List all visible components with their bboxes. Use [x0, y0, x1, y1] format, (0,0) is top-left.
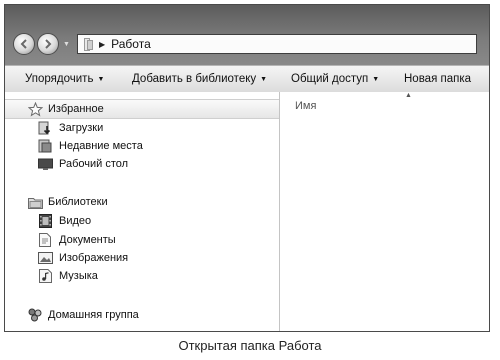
share-button[interactable]: Общий доступ ▼ [291, 73, 379, 85]
arrow-right-icon [45, 39, 52, 49]
nav-favorites-label: Избранное [48, 103, 104, 115]
chevron-down-icon: ▼ [260, 76, 268, 83]
navigation-pane: Избранное Загрузки Недавние места Рабочи… [5, 92, 280, 331]
nav-libraries-label: Библиотеки [48, 196, 108, 208]
nav-item-label: Документы [59, 234, 116, 246]
figure-caption: Открытая папка Работа [178, 338, 322, 353]
address-bar[interactable]: ▶ Работа [77, 34, 477, 54]
folder-icon [84, 37, 93, 51]
breadcrumb-separator-icon[interactable]: ▶ [99, 40, 105, 49]
add-to-library-button[interactable]: Добавить в библиотеку ▼ [132, 73, 267, 85]
nav-item-label: Видео [59, 215, 92, 227]
nav-item-label: Загрузки [59, 122, 104, 134]
title-bar: ▼ ▶ Работа [5, 5, 489, 67]
documents-icon [37, 232, 53, 248]
nav-item-pictures[interactable]: Изображения [5, 249, 279, 267]
nav-homegroup-label: Домашняя группа [48, 309, 139, 321]
nav-libraries[interactable]: Библиотеки [5, 193, 279, 211]
column-header-name[interactable]: Имя [295, 100, 316, 112]
nav-item-recent-places[interactable]: Недавние места [5, 137, 279, 155]
back-button[interactable] [13, 33, 35, 55]
pictures-icon [37, 250, 53, 266]
music-icon [37, 268, 53, 284]
nav-item-downloads[interactable]: Загрузки [5, 119, 279, 137]
nav-item-music[interactable]: Музыка [5, 267, 279, 285]
forward-button[interactable] [37, 33, 59, 55]
recent-pages-dropdown[interactable]: ▼ [63, 41, 70, 48]
share-label: Общий доступ [291, 73, 369, 85]
content-area: Избранное Загрузки Недавние места Рабочи… [5, 92, 489, 331]
nav-item-label: Музыка [59, 270, 98, 282]
recent-places-icon [37, 138, 53, 154]
nav-item-label: Недавние места [59, 140, 143, 152]
video-icon [37, 213, 53, 229]
libraries-icon [27, 194, 43, 210]
desktop-icon [37, 156, 53, 172]
new-folder-button[interactable]: Новая папка [404, 73, 471, 85]
nav-homegroup[interactable]: Домашняя группа [5, 306, 279, 324]
nav-item-label: Изображения [59, 252, 129, 264]
nav-item-documents[interactable]: Документы [5, 231, 279, 249]
sort-up-icon: ▲ [405, 92, 412, 99]
chevron-down-icon: ▼ [372, 76, 380, 83]
breadcrumb-current[interactable]: Работа [111, 37, 151, 51]
nav-item-desktop[interactable]: Рабочий стол [5, 155, 279, 173]
nav-favorites[interactable]: Избранное [5, 99, 279, 119]
file-list[interactable]: ▲ Имя [280, 92, 489, 331]
nav-item-video[interactable]: Видео [5, 212, 279, 230]
organize-label: Упорядочить [25, 73, 94, 85]
downloads-icon [37, 120, 53, 136]
explorer-window: ▼ ▶ Работа Упорядочить ▼ Добавить в библи… [4, 4, 490, 332]
organize-button[interactable]: Упорядочить ▼ [25, 73, 104, 85]
command-bar: Упорядочить ▼ Добавить в библиотеку ▼ Общи… [5, 65, 489, 93]
arrow-left-icon [20, 39, 27, 49]
nav-item-label: Рабочий стол [59, 158, 129, 170]
add-to-library-label: Добавить в библиотеку [132, 73, 257, 85]
chevron-down-icon: ▼ [97, 76, 105, 83]
homegroup-icon [27, 307, 43, 323]
star-icon [27, 101, 43, 117]
